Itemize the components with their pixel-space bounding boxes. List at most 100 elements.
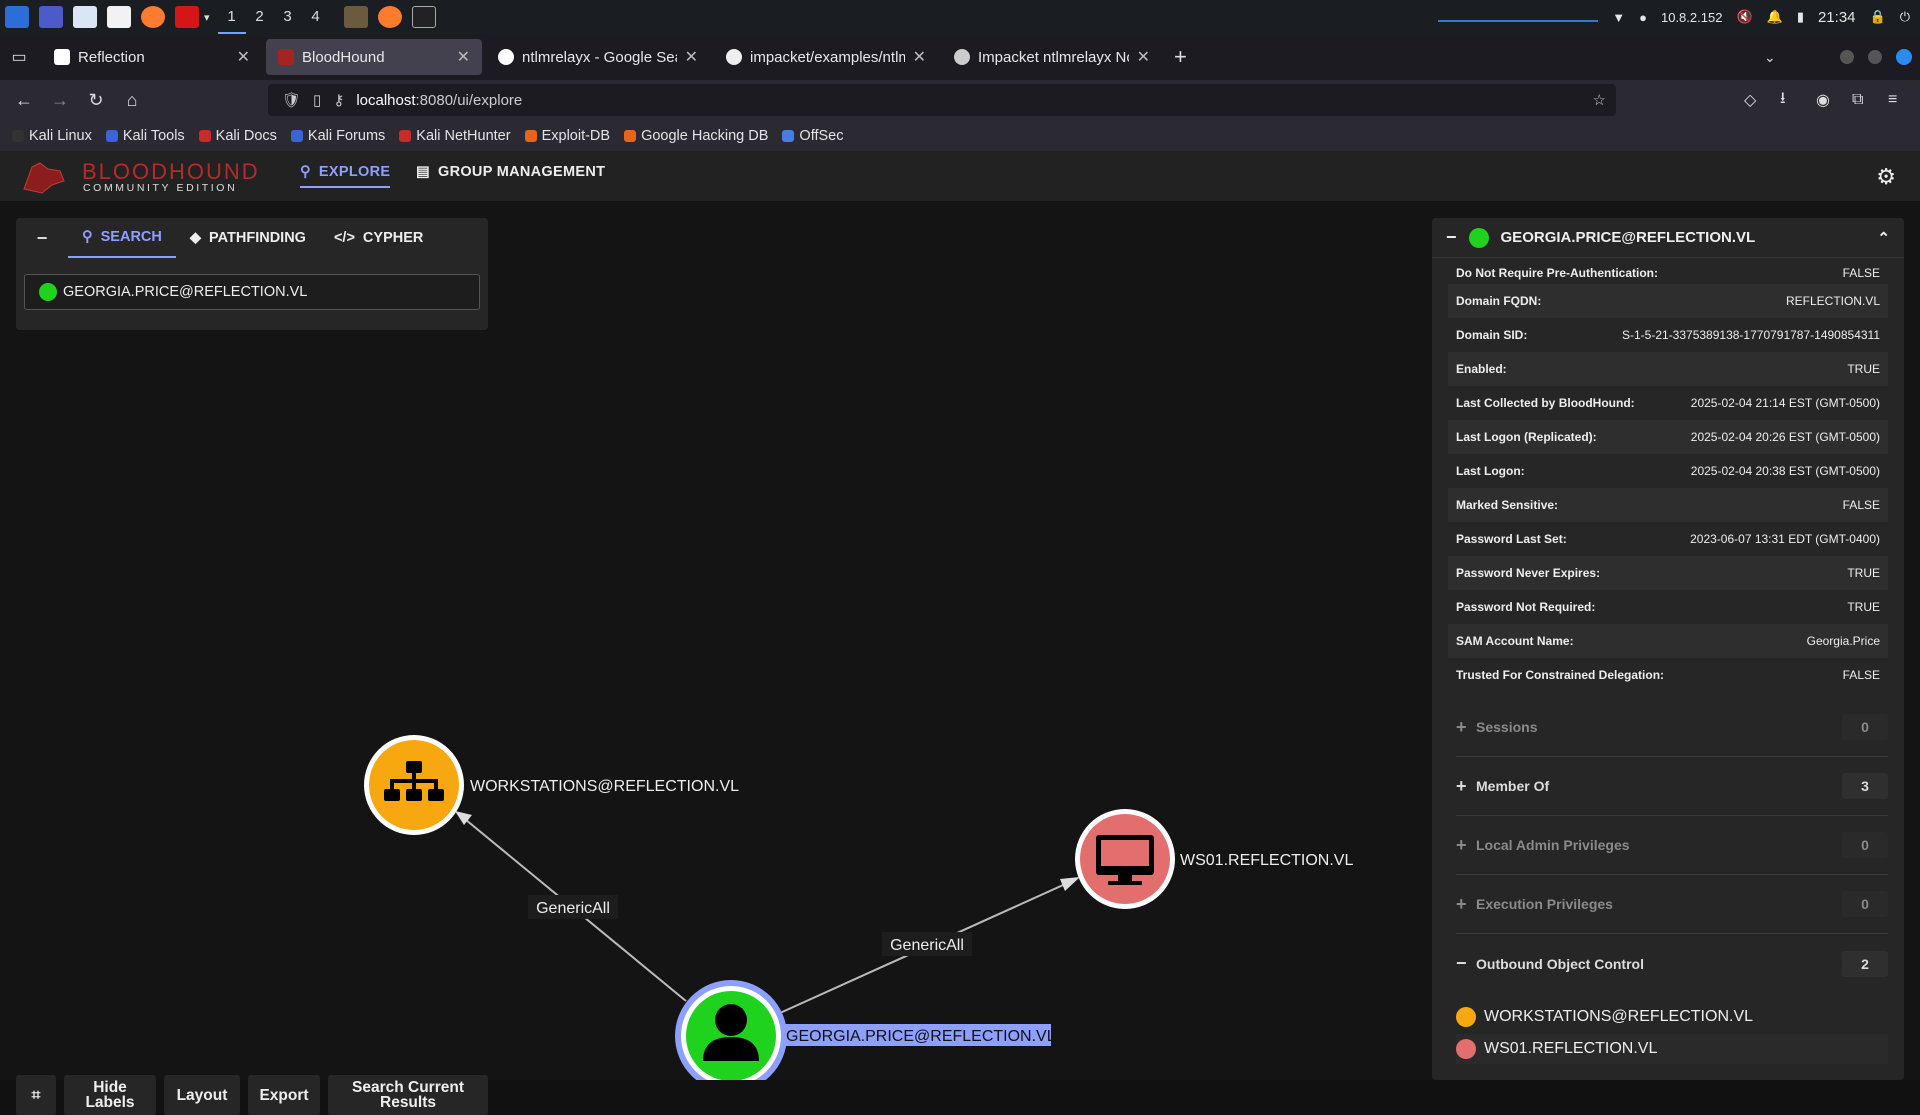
expand-icon: + [1456, 834, 1467, 855]
crop-button[interactable]: ⌗ [16, 1075, 56, 1115]
kali-docs-icon [198, 129, 211, 142]
collapse-icon[interactable]: − [16, 228, 68, 249]
workspace-1[interactable]: 1 [217, 0, 246, 34]
node-label-ws01[interactable]: WS01.REFLECTION.VL [1180, 852, 1353, 869]
url-bar[interactable]: 🛡 ▯ ⚷ localhost:8080/ui/explore ☆ [268, 84, 1616, 116]
pathfinding-icon: ◆ [189, 230, 202, 246]
text-editor-icon[interactable] [107, 6, 131, 28]
chevron-down-icon[interactable]: ▾ [204, 11, 210, 24]
section-local-admin-privileges[interactable]: + Local Admin Privileges 0 [1456, 816, 1888, 875]
node-label-georgia-price[interactable]: GEORGIA.PRICE@REFLECTION.VL [786, 1028, 1056, 1045]
page-icon[interactable]: ▯ [313, 91, 321, 109]
terminal-red-icon[interactable] [175, 6, 199, 28]
forward-icon[interactable]: → [42, 90, 78, 111]
collapse-icon[interactable]: − [1446, 227, 1457, 248]
section-member-of[interactable]: + Member Of 3 [1456, 757, 1888, 816]
graph-canvas[interactable]: GenericAll GenericAll WORKSTATIONS@REFLE… [0, 201, 1920, 1115]
search-input[interactable]: GEORGIA.PRICE@REFLECTION.VL [24, 274, 480, 310]
back-icon[interactable]: ← [6, 90, 42, 111]
terminal-window-icon[interactable] [411, 6, 436, 28]
bookmark-kali-linux[interactable]: Kali Linux [12, 128, 92, 144]
mute-icon[interactable]: 🔇 [1736, 9, 1752, 25]
node-label-workstations[interactable]: WORKSTATIONS@REFLECTION.VL [470, 778, 739, 795]
desktop-icon[interactable] [39, 6, 63, 28]
pocket-icon[interactable]: ◇ [1744, 90, 1756, 110]
hide-labels-button[interactable]: Hide Labels [64, 1075, 156, 1115]
close-window-icon[interactable] [1896, 49, 1912, 65]
workspace-4[interactable]: 4 [302, 0, 330, 34]
wifi-icon[interactable]: ▼ [1612, 10, 1625, 25]
outbound-item-label: WORKSTATIONS@REFLECTION.VL [1484, 1008, 1754, 1025]
tab-bloodhound[interactable]: BloodHound ✕ [266, 39, 482, 75]
workspace-3[interactable]: 3 [274, 0, 302, 34]
lock-icon[interactable]: 🔒 [1870, 9, 1886, 25]
tab-list-icon[interactable]: ▭ [0, 47, 38, 67]
power-icon[interactable]: ⏻ [1900, 9, 1910, 25]
bookmark-kali-nethunter[interactable]: Kali NetHunter [399, 128, 511, 144]
notifications-icon[interactable]: 🔔 [1767, 9, 1783, 25]
close-icon[interactable]: ✕ [1137, 47, 1150, 67]
account-icon[interactable]: ◉ [1816, 90, 1830, 110]
bookmark-kali-forums[interactable]: Kali Forums [290, 128, 385, 144]
outbound-item-ws01[interactable]: WS01.REFLECTION.VL [1456, 1034, 1888, 1064]
nav-group-management[interactable]: ▤ GROUP MANAGEMENT [416, 164, 605, 186]
tab-reflection[interactable]: Reflection ✕ [42, 39, 262, 75]
menu-icon[interactable]: ≡ [1888, 91, 1897, 109]
tab-label: ntlmrelayx - Google Searc [522, 48, 677, 66]
tab-pathfinding[interactable]: ◆ PATHFINDING [176, 218, 320, 258]
gear-icon[interactable]: ⚙ [1876, 164, 1896, 190]
close-icon[interactable]: ✕ [457, 47, 470, 67]
bookmark-kali-tools[interactable]: Kali Tools [105, 128, 185, 144]
property-row: Last Logon: 2025-02-04 20:38 EST (GMT-050… [1448, 454, 1888, 488]
property-value: 2025-02-04 21:14 EST (GMT-0500) [1690, 396, 1880, 410]
downloads-icon[interactable]: ⭳ [1780, 87, 1786, 114]
section-sessions[interactable]: + Sessions 0 [1456, 698, 1888, 757]
kali-menu-icon[interactable] [5, 6, 29, 28]
close-icon[interactable]: ✕ [913, 47, 926, 67]
bloodhound-logo[interactable]: BLOODHOUND COMMUNITY EDITION [22, 159, 258, 195]
tab-cypher[interactable]: </> CYPHER [320, 218, 437, 258]
tab-impacket[interactable]: Impacket ntlmrelayx Not ✕ [942, 39, 1162, 75]
bookmark-exploit-db[interactable]: Exploit-DB [524, 128, 610, 144]
new-tab-icon[interactable]: + [1174, 44, 1187, 70]
layout-button[interactable]: Layout [164, 1075, 240, 1115]
section-execution-privileges[interactable]: + Execution Privileges 0 [1456, 875, 1888, 934]
node-workstations[interactable] [364, 735, 464, 835]
close-icon[interactable]: ✕ [237, 47, 250, 67]
bookmark-google-hacking-db[interactable]: Google Hacking DB [624, 128, 768, 144]
bookmark-offsec[interactable]: OffSec [782, 128, 843, 144]
firefox-window-icon[interactable] [377, 6, 402, 28]
tab-google-search[interactable]: ntlmrelayx - Google Searc ✕ [486, 39, 710, 75]
home-icon[interactable]: ⌂ [114, 90, 150, 111]
export-button[interactable]: Export [248, 1075, 320, 1115]
tab-overflow-icon[interactable]: ⌄ [1764, 49, 1776, 66]
close-icon[interactable]: ✕ [685, 47, 698, 67]
minimize-icon[interactable] [1840, 50, 1854, 64]
node-georgia-price[interactable] [675, 980, 787, 1080]
bookmark-star-icon[interactable]: ☆ [1593, 91, 1606, 109]
bookmark-kali-docs[interactable]: Kali Docs [198, 128, 277, 144]
tab-github[interactable]: impacket/examples/ntlmr ✕ [714, 39, 938, 75]
battery-icon[interactable]: ▮ [1797, 9, 1804, 25]
workspace-2[interactable]: 2 [246, 0, 274, 34]
node-ws01[interactable] [1075, 809, 1175, 909]
chevron-up-icon[interactable]: ⌃ [1877, 229, 1890, 247]
firefox-icon[interactable] [141, 6, 165, 28]
section-outbound-object-control[interactable]: − Outbound Object Control 2 [1456, 934, 1888, 993]
section-label: Execution Privileges [1476, 896, 1613, 912]
vpn-icon[interactable]: ● [1639, 10, 1647, 25]
file-manager-icon[interactable] [73, 6, 97, 28]
window-thumbnail-icon[interactable] [343, 6, 368, 28]
edge-label-genericall-1[interactable]: GenericAll [536, 900, 610, 917]
outbound-item-workstations[interactable]: WORKSTATIONS@REFLECTION.VL [1456, 1002, 1888, 1032]
kali-forums-icon [290, 129, 303, 142]
edge-label-genericall-2[interactable]: GenericAll [890, 937, 964, 954]
nav-explore[interactable]: ⚲ EXPLORE [300, 164, 391, 188]
shield-icon[interactable]: 🛡 [282, 91, 301, 109]
search-current-results-button[interactable]: Search Current Results [328, 1075, 488, 1115]
key-icon[interactable]: ⚷ [333, 91, 344, 109]
maximize-icon[interactable] [1868, 50, 1882, 64]
tab-search[interactable]: ⚲ SEARCH [68, 218, 176, 258]
reload-icon[interactable]: ↻ [78, 90, 114, 111]
extensions-icon[interactable]: ⧉ [1852, 91, 1863, 109]
